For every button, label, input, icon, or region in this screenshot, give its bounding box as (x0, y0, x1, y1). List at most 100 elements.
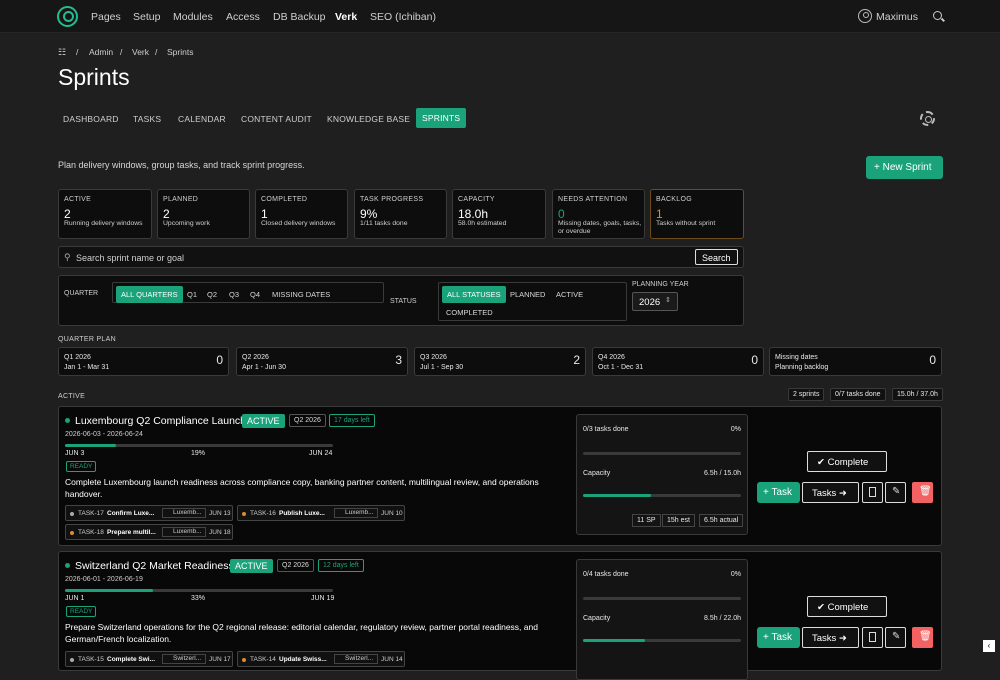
sprint-card: Luxembourg Q2 Compliance Launch ACTIVE Q… (58, 406, 942, 546)
breadcrumb-sprints: Sprints (167, 47, 194, 57)
quarter-badge: Q2 2026 (277, 559, 314, 572)
task-chip[interactable]: TASK-18 Prepare multil... Luxemb... JUN … (65, 524, 233, 540)
filter-active[interactable]: ACTIVE (556, 290, 583, 299)
logo-icon[interactable] (57, 6, 78, 27)
edit-pencil-icon[interactable]: ✎ (885, 482, 906, 503)
tab-tasks[interactable]: TASKS (133, 114, 161, 124)
tab-calendar[interactable]: CALENDAR (178, 114, 226, 124)
search-input[interactable]: Search sprint name or goal (76, 253, 184, 263)
ready-badge: READY (66, 461, 97, 472)
spinner-icon[interactable]: ⇕ (665, 296, 671, 304)
document-icon[interactable] (862, 482, 883, 503)
search-button[interactable]: Search (695, 249, 738, 265)
task-chip[interactable]: TASK-14 Update Swiss... Switzerl... JUN … (237, 651, 405, 667)
summary-tasks-done: 0/7 tasks done (830, 388, 886, 401)
filter-all-quarters[interactable]: ALL QUARTERS (116, 286, 183, 303)
filter-all-statuses[interactable]: ALL STATUSES (442, 286, 506, 303)
stat-card-planned: PLANNED 2 Upcoming work (157, 189, 250, 239)
nav-modules[interactable]: Modules (173, 11, 213, 23)
complete-button[interactable]: ✔ Complete (807, 596, 887, 617)
check-icon: ✔ (817, 602, 828, 613)
stat-card-capacity: CAPACITY 18.0h 58.0h estimated (452, 189, 546, 239)
search-icon: ⚲ (64, 252, 71, 262)
search-icon[interactable] (933, 11, 942, 20)
task-chip[interactable]: TASK-16 Publish Luxe... Luxemb... JUN 10 (237, 505, 405, 521)
tab-knowledge-base[interactable]: KNOWLEDGE BASE (327, 114, 410, 124)
quarter-plan-label: QUARTER PLAN (58, 336, 116, 343)
quarter-card-q4[interactable]: Q4 2026 Oct 1 - Dec 31 0 (592, 347, 764, 376)
stat-card-task-progress: TASK PROGRESS 9% 1/11 tasks done (354, 189, 447, 239)
sprint-dates: 2026-06-01 - 2026-06-19 (65, 576, 143, 583)
nav-db-backup[interactable]: DB Backup (273, 11, 326, 23)
sprint-dates: 2026-06-03 - 2026-06-24 (65, 431, 143, 438)
filter-q4[interactable]: Q4 (250, 290, 260, 299)
quarter-card-missing-dates[interactable]: Missing dates Planning backlog 0 (769, 347, 942, 376)
breadcrumb-admin[interactable]: Admin (89, 47, 113, 57)
quarter-badge: Q2 2026 (289, 414, 326, 427)
active-section-label: ACTIVE (58, 393, 86, 400)
sitemap-icon[interactable]: ☷ (58, 47, 66, 58)
stat-card-active: ACTIVE 2 Running delivery windows (58, 189, 152, 239)
filter-q1[interactable]: Q1 (187, 290, 197, 299)
filter-q2[interactable]: Q2 (207, 290, 217, 299)
delete-trash-icon[interactable]: 🗑 (912, 627, 933, 648)
status-badge: ACTIVE (242, 414, 285, 428)
search-bar: ⚲ Search sprint name or goal Search (58, 246, 744, 268)
nav-setup[interactable]: Setup (133, 11, 160, 23)
delete-trash-icon[interactable]: 🗑 (912, 482, 933, 503)
filter-missing-dates[interactable]: MISSING DATES (272, 290, 330, 299)
quarter-filter-group: ALL QUARTERS Q1 Q2 Q3 Q4 MISSING DATES (112, 282, 384, 303)
stat-card-completed: COMPLETED 1 Closed delivery windows (255, 189, 348, 239)
settings-gear-icon[interactable] (920, 111, 935, 126)
top-navigation-bar: Pages Setup Modules Access DB Backup Ver… (0, 0, 1000, 33)
sprint-progress-fill (65, 444, 116, 447)
nav-seo[interactable]: SEO (Ichiban) (370, 11, 436, 23)
sprint-metrics-panel: 0/4 tasks done 0% Capacity 8.5h / 22.0h (576, 559, 748, 680)
complete-button[interactable]: ✔ Complete (807, 451, 887, 472)
sprint-metrics-panel: 0/3 tasks done 0% Capacity 6.5h / 15.0h … (576, 414, 748, 535)
task-chip[interactable]: TASK-15 Complete Swi... Switzerl... JUN … (65, 651, 233, 667)
status-dot-icon (65, 418, 70, 423)
quarter-card-q3[interactable]: Q3 2026 Jul 1 - Sep 30 2 (414, 347, 586, 376)
filter-q3[interactable]: Q3 (229, 290, 239, 299)
tab-content-audit[interactable]: CONTENT AUDIT (241, 114, 312, 124)
user-icon[interactable] (858, 9, 872, 23)
sprint-title[interactable]: Switzerland Q2 Market Readiness (75, 560, 234, 572)
sprint-goal: Complete Luxembourg launch readiness acr… (65, 477, 539, 499)
quarter-card-q2[interactable]: Q2 2026 Apr 1 - Jun 30 3 (236, 347, 408, 376)
tasks-button[interactable]: Tasks ➜ (802, 482, 859, 503)
filter-panel: QUARTER ALL QUARTERS Q1 Q2 Q3 Q4 MISSING… (58, 275, 744, 326)
user-name[interactable]: Maximus (876, 11, 918, 23)
summary-hours: 15.0h / 37.0h (892, 388, 943, 401)
sprint-title[interactable]: Luxembourg Q2 Compliance Launch (75, 415, 246, 427)
nav-verk[interactable]: Verk (335, 11, 357, 23)
add-task-button[interactable]: + Task (757, 482, 800, 503)
quarter-card-q1[interactable]: Q1 2026 Jan 1 - Mar 31 0 (58, 347, 229, 376)
document-icon[interactable] (862, 627, 883, 648)
arrow-right-icon: ➜ (836, 633, 847, 644)
nav-access[interactable]: Access (226, 11, 260, 23)
filter-planned[interactable]: PLANNED (510, 290, 545, 299)
status-dot-icon (65, 563, 70, 568)
sprint-card: Switzerland Q2 Market Readiness ACTIVE Q… (58, 551, 942, 680)
breadcrumb-verk[interactable]: Verk (132, 47, 149, 57)
planning-year-input[interactable]: 2026 ⇕ (632, 292, 678, 311)
edit-pencil-icon[interactable]: ✎ (885, 627, 906, 648)
task-chip[interactable]: TASK-17 Confirm Luxe... Luxemb... JUN 13 (65, 505, 233, 521)
check-icon: ✔ (817, 457, 828, 468)
new-sprint-button[interactable]: + New Sprint (866, 156, 943, 179)
sprint-progress-fill (65, 589, 154, 592)
filter-completed[interactable]: COMPLETED (446, 308, 493, 317)
status-badge: ACTIVE (230, 559, 273, 573)
tab-dashboard[interactable]: DASHBOARD (63, 114, 119, 124)
collapse-icon[interactable]: ‹ (983, 640, 995, 652)
stat-card-backlog: BACKLOG 1 Tasks without sprint (650, 189, 744, 239)
sprint-goal: Prepare Switzerland operations for the Q… (65, 622, 538, 644)
tasks-button[interactable]: Tasks ➜ (802, 627, 859, 648)
add-task-button[interactable]: + Task (757, 627, 800, 648)
nav-pages[interactable]: Pages (91, 11, 121, 23)
arrow-right-icon: ➜ (836, 488, 847, 499)
tab-sprints[interactable]: SPRINTS (416, 108, 467, 128)
page-title: Sprints (58, 64, 130, 90)
stat-card-needs-attention: NEEDS ATTENTION 0 Missing dates, goals, … (552, 189, 645, 239)
